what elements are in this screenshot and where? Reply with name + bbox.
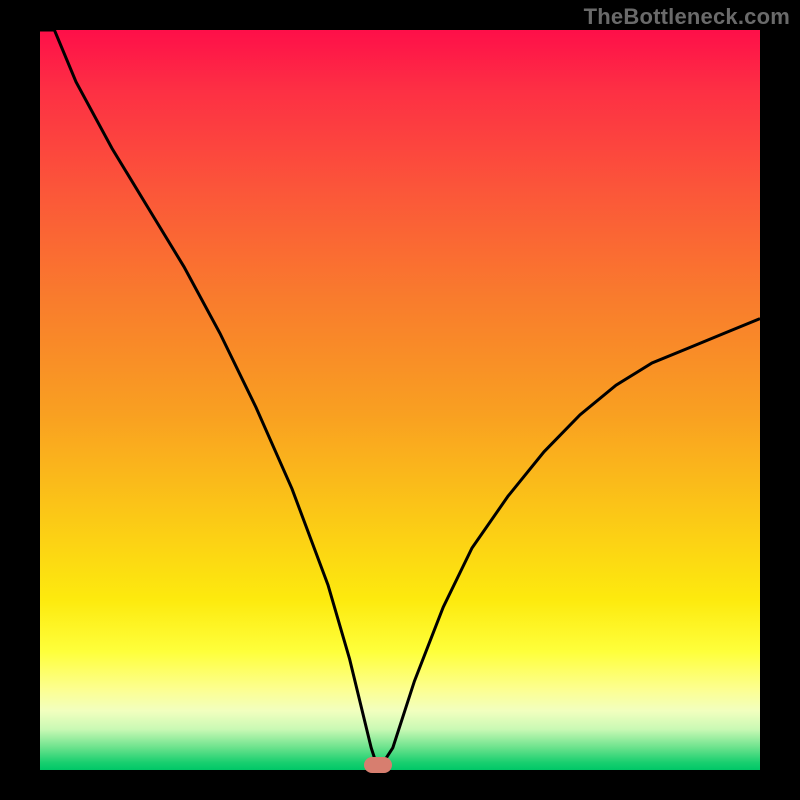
- watermark-text: TheBottleneck.com: [584, 4, 790, 30]
- bottleneck-curve: [40, 30, 760, 770]
- plot-area: [40, 30, 760, 770]
- curve-layer: [40, 30, 760, 770]
- optimal-point-marker: [364, 757, 392, 773]
- chart-frame: TheBottleneck.com: [0, 0, 800, 800]
